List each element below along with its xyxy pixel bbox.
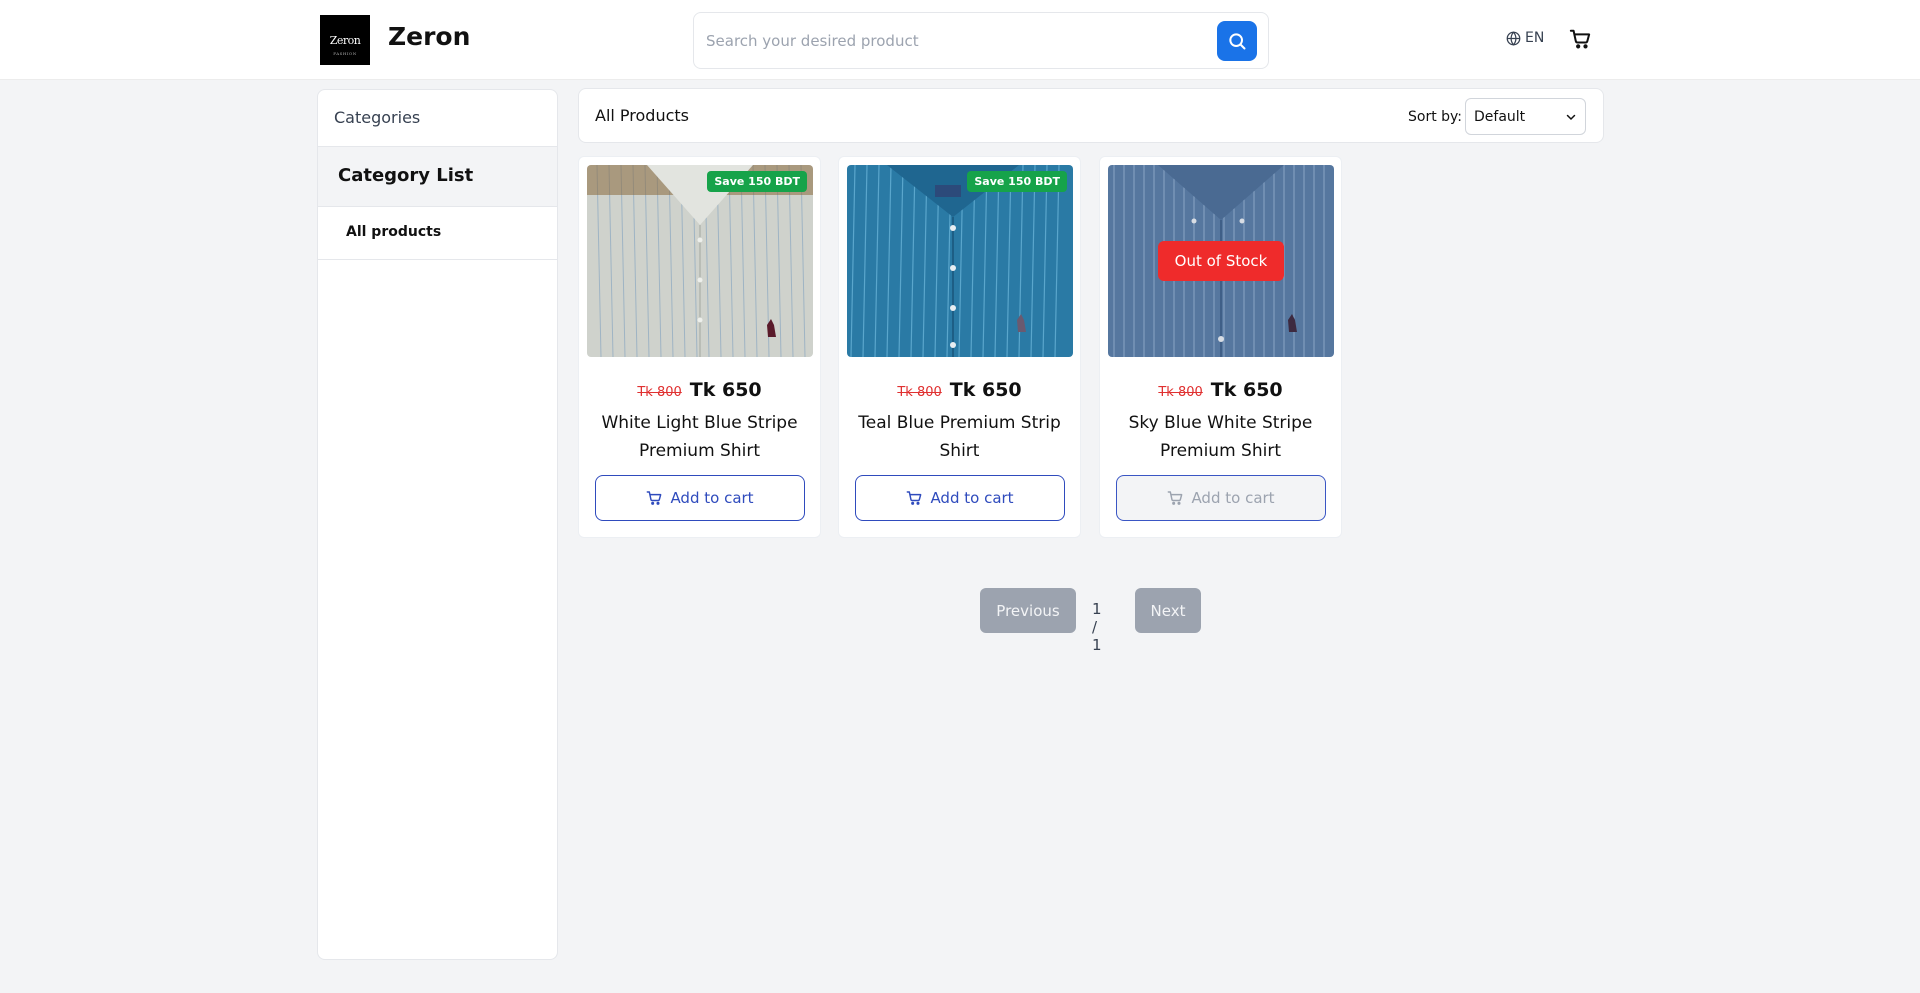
logo-text: Zeron [329, 33, 361, 47]
add-to-cart-label: Add to cart [1191, 489, 1275, 507]
current-price: Tk 650 [1210, 379, 1283, 401]
sort-label: Sort by: [1408, 109, 1463, 125]
add-to-cart-label: Add to cart [930, 489, 1014, 507]
search-button[interactable] [1217, 21, 1257, 61]
logo[interactable]: Zeron FASHION [320, 15, 370, 65]
product-image[interactable]: Save 150 BDT [587, 165, 813, 357]
search-bar [693, 12, 1269, 69]
category-list-title: Category List [318, 147, 557, 207]
product-card[interactable]: Save 150 BDT Tk 800 Tk 650 Teal Blue Pre… [838, 156, 1081, 538]
shirt-image [587, 165, 813, 357]
cart-button[interactable] [1569, 28, 1591, 54]
product-image[interactable]: Save 150 BDT [847, 165, 1073, 357]
brand-name[interactable]: Zeron [388, 22, 470, 51]
add-to-cart-button-disabled[interactable]: Add to cart [1116, 475, 1326, 521]
add-to-cart-label: Add to cart [670, 489, 754, 507]
sidebar-item-all-products[interactable]: All products [318, 207, 557, 260]
save-badge: Save 150 BDT [707, 171, 807, 192]
search-input[interactable] [706, 23, 1196, 59]
previous-page-button[interactable]: Previous [980, 588, 1076, 633]
header: Zeron FASHION Zeron EN [0, 0, 1920, 80]
sort-select[interactable]: Default [1465, 98, 1586, 135]
page-title: All Products [595, 106, 690, 125]
price-row: Tk 800 Tk 650 [579, 379, 820, 401]
sidebar-heading: Categories [318, 90, 557, 147]
current-price: Tk 650 [689, 379, 762, 401]
cart-icon [1569, 29, 1591, 49]
add-to-cart-button[interactable]: Add to cart [595, 475, 805, 521]
language-selector[interactable]: EN [1506, 30, 1544, 46]
chevron-down-icon [1566, 114, 1576, 120]
product-image[interactable]: Out of Stock [1108, 165, 1334, 357]
old-price: Tk 800 [897, 385, 942, 400]
out-of-stock-badge: Out of Stock [1158, 241, 1284, 281]
page-indicator: 1 / 1 [1092, 600, 1102, 654]
cart-icon [907, 491, 922, 505]
logo-subtext: FASHION [333, 51, 357, 56]
current-price: Tk 650 [949, 379, 1022, 401]
language-label: EN [1525, 30, 1545, 46]
add-to-cart-button[interactable]: Add to cart [855, 475, 1065, 521]
product-name[interactable]: White Light Blue Stripe Premium Shirt [593, 409, 806, 465]
product-card[interactable]: Save 150 BDT Tk 800 Tk 650 White Light B… [578, 156, 821, 538]
old-price: Tk 800 [637, 385, 682, 400]
product-name[interactable]: Teal Blue Premium Strip Shirt [853, 409, 1066, 465]
sidebar: Categories Category List All products [317, 89, 558, 960]
globe-icon [1506, 30, 1521, 46]
shirt-image [847, 165, 1073, 357]
cart-icon [647, 491, 662, 505]
save-badge: Save 150 BDT [967, 171, 1067, 192]
next-page-button[interactable]: Next [1135, 588, 1201, 633]
products-toolbar: All Products Sort by: Default [578, 88, 1604, 143]
old-price: Tk 800 [1158, 385, 1203, 400]
search-icon [1229, 33, 1246, 50]
product-name[interactable]: Sky Blue White Stripe Premium Shirt [1114, 409, 1327, 465]
product-card[interactable]: Out of Stock Tk 800 Tk 650 Sky Blue Whit… [1099, 156, 1342, 538]
sort-value: Default [1474, 108, 1526, 125]
price-row: Tk 800 Tk 650 [839, 379, 1080, 401]
price-row: Tk 800 Tk 650 [1100, 379, 1341, 401]
cart-icon [1168, 491, 1183, 505]
